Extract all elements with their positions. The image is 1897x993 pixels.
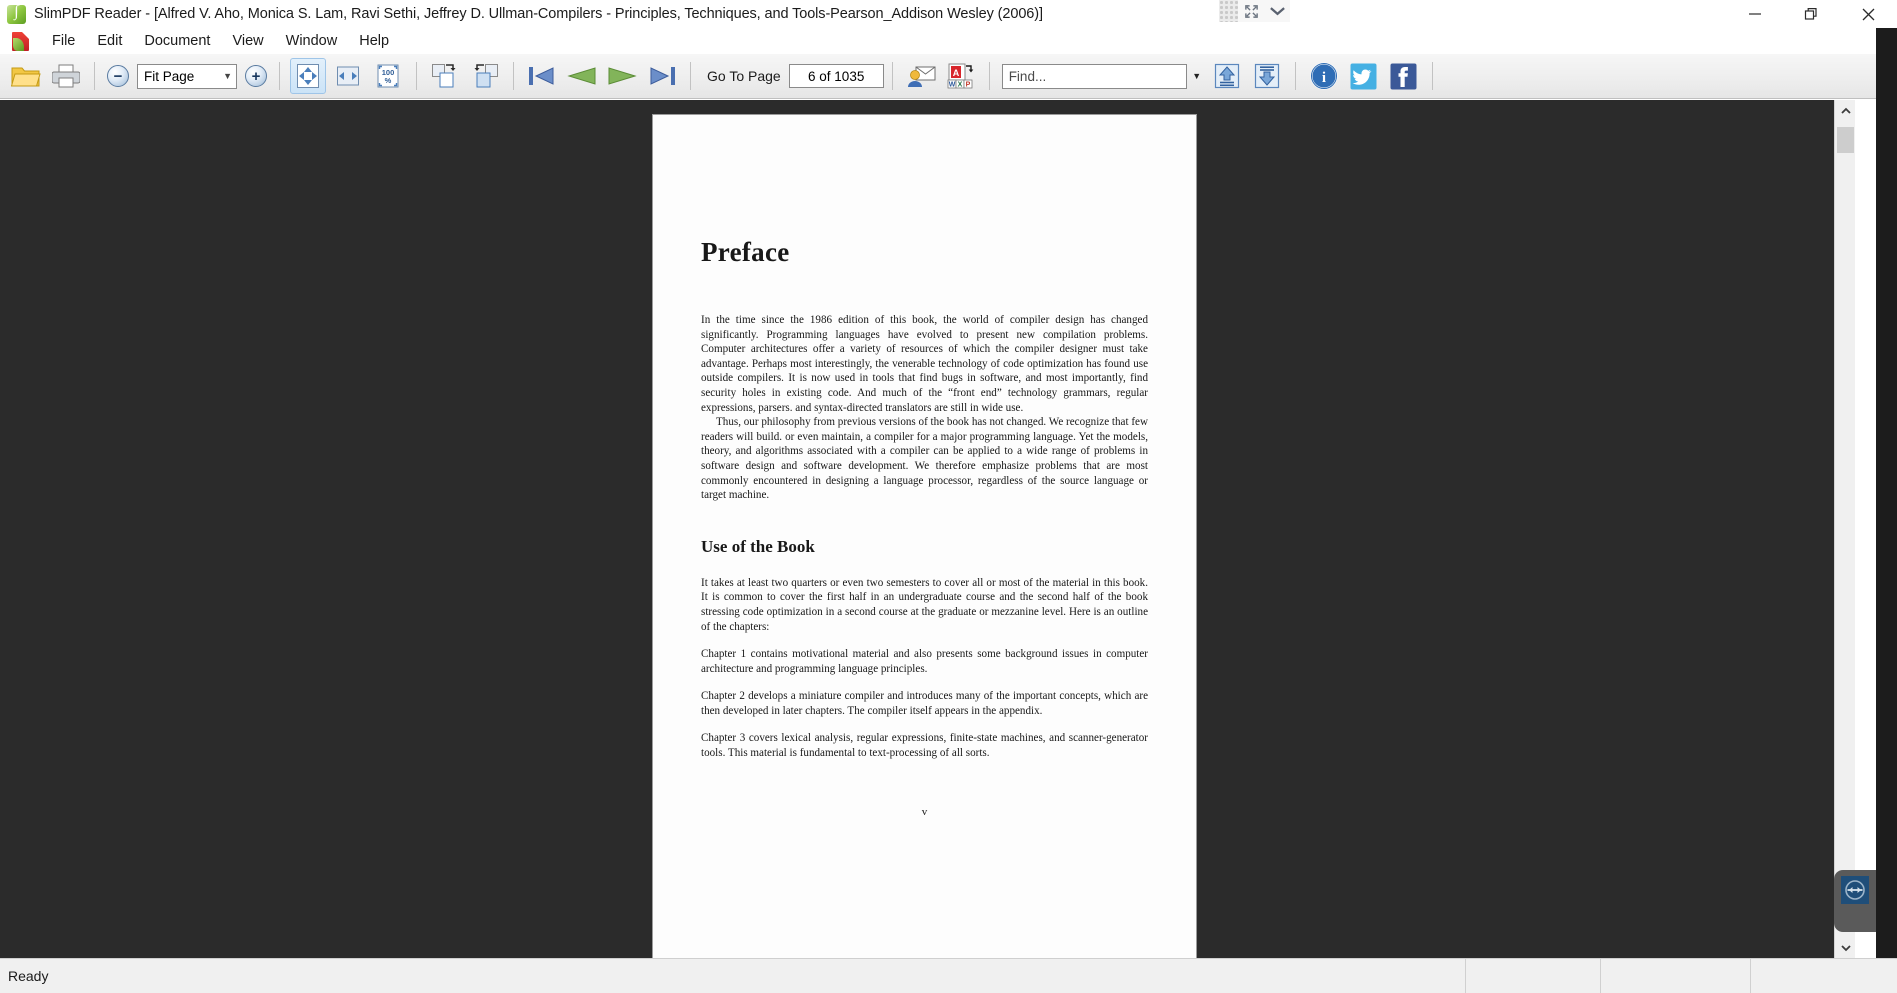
menu-item-edit[interactable]: Edit <box>86 31 133 51</box>
email-document-button[interactable] <box>903 58 939 94</box>
window-title: SlimPDF Reader - [Alfred V. Aho, Monica … <box>34 6 1043 22</box>
menu-item-file[interactable]: File <box>41 31 86 51</box>
twitter-button[interactable] <box>1346 58 1382 94</box>
scroll-down-button[interactable] <box>1835 937 1856 958</box>
toolbar-separator <box>988 62 990 90</box>
document-paragraph: Thus, our philosophy from previous versi… <box>701 416 1148 502</box>
expand-arrows-icon[interactable] <box>1238 0 1264 22</box>
toolbar-separator <box>690 62 691 90</box>
status-message: Ready <box>8 968 49 984</box>
toolbar-separator <box>1294 62 1296 90</box>
find-previous-button[interactable] <box>1209 58 1245 94</box>
status-divider <box>1750 959 1751 993</box>
pdf-page: Preface In the time since the 1986 editi… <box>653 115 1196 958</box>
last-page-button[interactable] <box>644 58 680 94</box>
menu-bar: File Edit Document View Window Help <box>0 28 1897 54</box>
window-controls <box>1726 0 1897 28</box>
zoom-out-button[interactable]: − <box>107 65 129 87</box>
goto-page-label: Go To Page <box>707 68 781 84</box>
document-paragraph: Chapter 3 covers lexical analysis, regul… <box>701 732 1148 760</box>
floating-side-tab[interactable] <box>1834 870 1876 932</box>
rotate-clockwise-button[interactable] <box>427 58 463 94</box>
title-bar: SlimPDF Reader - [Alfred V. Aho, Monica … <box>0 0 1897 28</box>
open-file-button[interactable] <box>8 58 44 94</box>
restore-button[interactable] <box>1783 0 1840 28</box>
document-icon <box>12 31 29 51</box>
menu-item-document[interactable]: Document <box>133 31 221 51</box>
scroll-thumb[interactable] <box>1837 127 1854 153</box>
print-button[interactable] <box>48 58 84 94</box>
chevron-down-icon: ▼ <box>223 71 232 81</box>
find-history-dropdown[interactable]: ▼ <box>1187 64 1207 89</box>
svg-text:P: P <box>965 82 970 89</box>
fit-width-button[interactable] <box>330 58 366 94</box>
document-paragraph: It takes at least two quarters or even t… <box>701 576 1148 633</box>
svg-text:i: i <box>1322 70 1326 86</box>
minimize-button[interactable] <box>1726 0 1783 28</box>
toolbar-separator <box>1431 62 1433 90</box>
status-divider <box>1465 959 1466 993</box>
toolbar-separator <box>279 62 280 90</box>
svg-text:X: X <box>957 82 962 89</box>
toolbar-separator <box>416 62 417 90</box>
resize-arrows-icon[interactable] <box>1841 876 1869 904</box>
zoom-level-value: Fit Page <box>144 68 195 84</box>
right-gutter <box>1876 28 1897 958</box>
first-page-button[interactable] <box>524 58 560 94</box>
section-heading: Use of the Book <box>701 536 815 556</box>
main-toolbar: − Fit Page ▼ + 100 % Go To Page 6 of 103… <box>0 54 1897 99</box>
scroll-up-button[interactable] <box>1835 100 1856 121</box>
find-next-button[interactable] <box>1249 58 1285 94</box>
menu-item-help[interactable]: Help <box>348 31 400 51</box>
document-paragraph: Chapter 2 develops a miniature compiler … <box>701 690 1148 717</box>
toolbar-separator <box>513 62 514 90</box>
facebook-button[interactable] <box>1386 58 1422 94</box>
application-window: SlimPDF Reader - [Alfred V. Aho, Monica … <box>0 0 1897 993</box>
zoom-level-select[interactable]: Fit Page ▼ <box>137 63 237 89</box>
vertical-scrollbar[interactable] <box>1834 100 1855 958</box>
page-number-input[interactable]: 6 of 1035 <box>788 64 884 88</box>
pdf-convert-button[interactable]: A W X P <box>943 58 979 94</box>
slimpdf-logo-icon <box>7 3 26 24</box>
page-title: Preface <box>701 237 790 267</box>
fit-page-button[interactable] <box>290 58 326 94</box>
info-button[interactable]: i <box>1306 58 1342 94</box>
find-input[interactable]: Find... <box>1001 63 1187 89</box>
floating-mini-toolbar[interactable] <box>1219 0 1290 22</box>
rotate-counterclockwise-button[interactable] <box>467 58 503 94</box>
svg-text:%: % <box>385 76 392 85</box>
toolbar-separator <box>891 62 893 90</box>
zoom-in-button[interactable]: + <box>245 65 267 87</box>
chevron-down-icon[interactable] <box>1264 0 1290 22</box>
toolbar-separator <box>94 62 95 90</box>
actual-size-button[interactable]: 100 % <box>370 58 406 94</box>
svg-text:W: W <box>948 82 955 89</box>
svg-text:A: A <box>952 68 959 78</box>
drag-grip-icon[interactable] <box>1219 0 1238 22</box>
status-bar: Ready <box>0 958 1897 993</box>
find-placeholder-text: Find... <box>1008 68 1047 84</box>
document-paragraph: Chapter 1 contains motivational material… <box>701 648 1148 675</box>
status-divider <box>1600 959 1601 993</box>
close-button[interactable] <box>1840 0 1897 28</box>
menu-item-window[interactable]: Window <box>275 31 349 51</box>
document-viewport[interactable]: Preface In the time since the 1986 editi… <box>0 100 1855 958</box>
menu-item-view[interactable]: View <box>221 31 274 51</box>
document-paragraph: In the time since the 1986 edition of th… <box>701 314 1148 414</box>
next-page-button[interactable] <box>604 58 640 94</box>
page-folio: v <box>921 805 928 818</box>
previous-page-button[interactable] <box>564 58 600 94</box>
